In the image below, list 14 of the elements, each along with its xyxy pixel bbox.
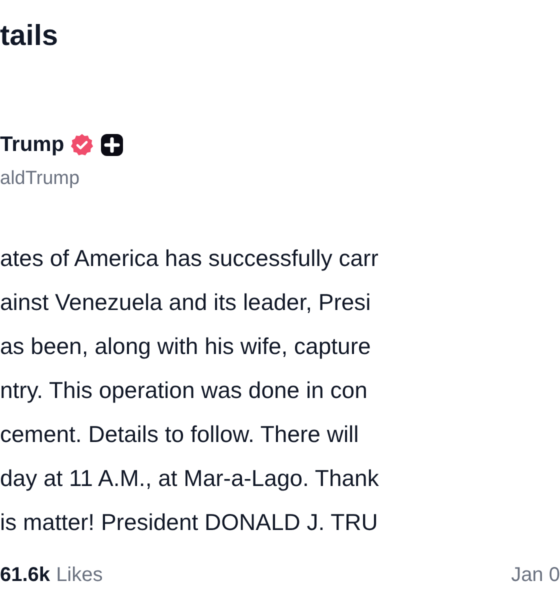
post-text-line: ainst Venezuela and its leader, Presi	[0, 288, 371, 317]
author-handle[interactable]: aldTrump	[0, 166, 80, 192]
likes-label: Likes	[56, 564, 103, 587]
page-title: tails	[0, 19, 58, 54]
plus-icon	[100, 133, 124, 157]
post-date: Jan 0	[511, 564, 560, 587]
post-text-line: cement. Details to follow. There will	[0, 420, 359, 449]
author-name[interactable]: Trump	[0, 132, 64, 158]
post-text-line: ates of America has successfully carr	[0, 244, 378, 273]
post-text-line: as been, along with his wife, capture	[0, 332, 371, 361]
post-text-line: day at 11 A.M., at Mar-a-Lago. Thank	[0, 464, 379, 493]
post-text-line: is matter! President DONALD J. TRU	[0, 508, 378, 537]
post-text-line: ntry. This operation was done in con	[0, 376, 368, 405]
likes-count: 61.6k	[0, 564, 50, 587]
